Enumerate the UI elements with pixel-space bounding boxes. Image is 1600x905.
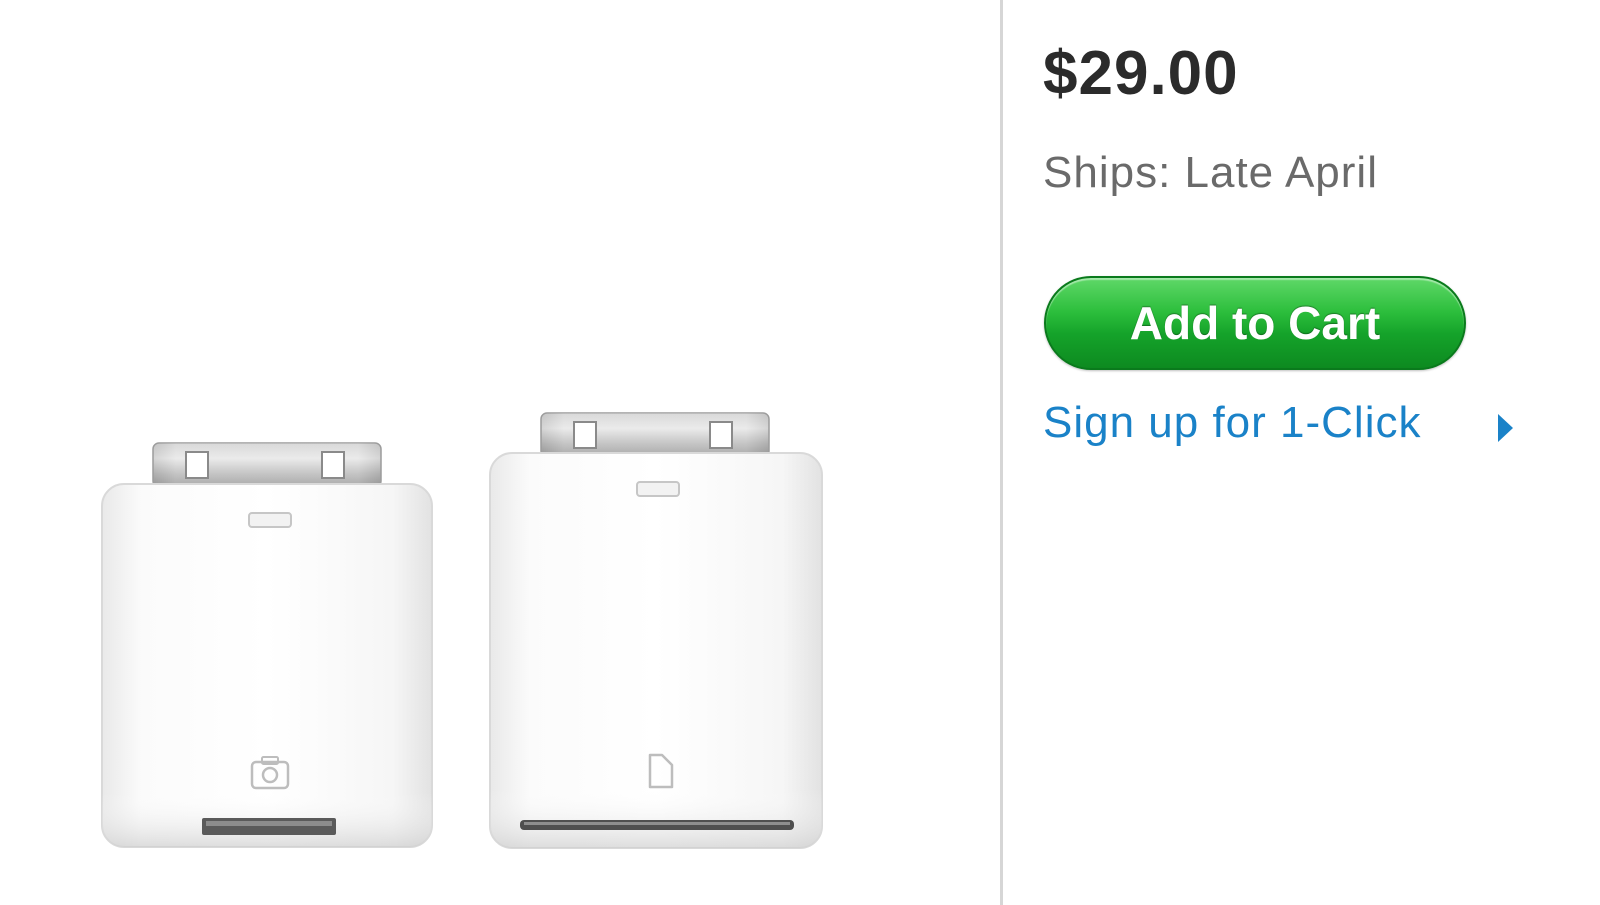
add-to-cart-button[interactable]: Add to Cart: [1044, 276, 1466, 370]
product-page: $29.00 Ships: Late April Add to Cart Sig…: [0, 0, 1600, 905]
chevron-right-icon[interactable]: [1498, 414, 1513, 442]
shipping-status: Ships: Late April: [1043, 148, 1378, 197]
product-price: $29.00: [1043, 39, 1239, 108]
sd-card-reader-adapter: [489, 412, 823, 849]
one-click-signup-link[interactable]: Sign up for 1-Click: [1043, 398, 1421, 448]
camera-connector-adapter: [101, 442, 433, 848]
buy-panel: $29.00 Ships: Late April Add to Cart Sig…: [1040, 0, 1580, 905]
vertical-divider: [1000, 0, 1003, 905]
product-image: [0, 0, 1000, 905]
